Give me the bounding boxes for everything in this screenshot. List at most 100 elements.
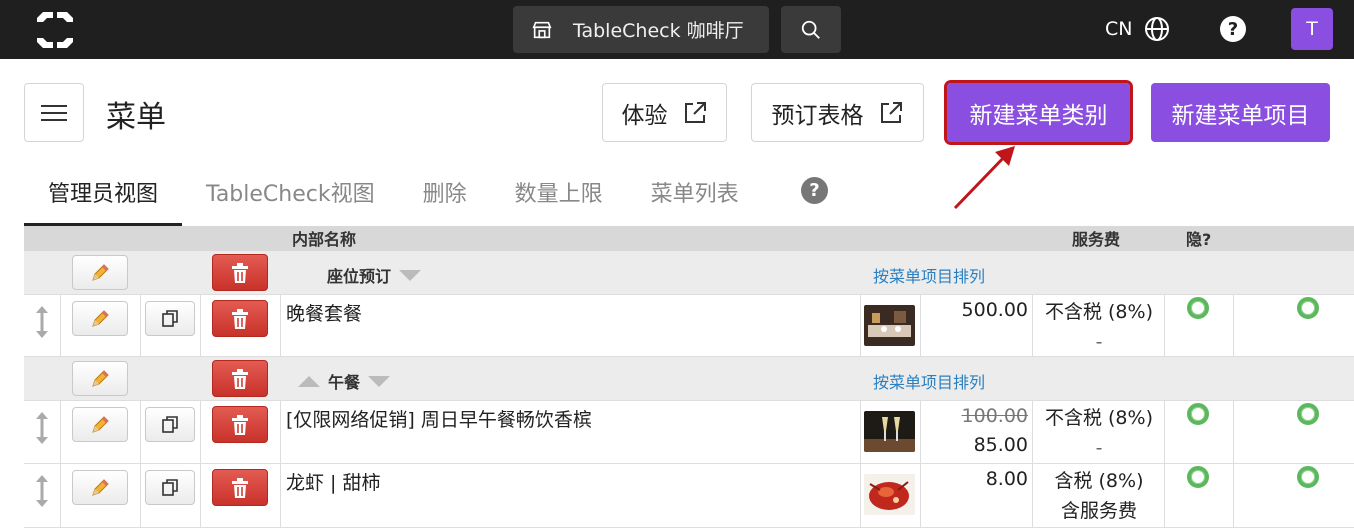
- table-row: [仅限网络促销] 周日早午餐畅饮香槟 100.00 85.00 不含税 (8%)…: [24, 401, 1354, 464]
- column-hidden: 隐?: [1186, 230, 1212, 249]
- sidebar-toggle-button[interactable]: [24, 83, 84, 142]
- move-up-icon[interactable]: [298, 375, 320, 387]
- sort-by-items-link[interactable]: 按菜单项目排列: [873, 369, 985, 393]
- drag-handle-icon[interactable]: [34, 411, 50, 445]
- delete-item-button[interactable]: [212, 406, 268, 443]
- hamburger-icon: [41, 104, 67, 121]
- drag-handle-icon[interactable]: [34, 474, 50, 508]
- tab-deleted[interactable]: 删除: [399, 166, 491, 226]
- reservation-form-label: 预订表格: [771, 102, 864, 129]
- item-tax: 不含税 (8%): [1044, 407, 1153, 429]
- copy-item-button[interactable]: [145, 407, 195, 442]
- edit-category-button[interactable]: [72, 255, 128, 290]
- edit-item-button[interactable]: [72, 407, 128, 442]
- table-header: 内部名称 服务费 隐?: [24, 226, 1354, 251]
- item-thumbnail: [864, 474, 915, 515]
- globe-icon: [1145, 17, 1170, 41]
- item-price: 500.00: [961, 299, 1028, 321]
- status-ring-icon[interactable]: [1187, 466, 1209, 488]
- column-service-fee: 服务费: [1072, 230, 1121, 249]
- copy-icon: [162, 309, 178, 327]
- new-category-label: 新建菜单类别: [969, 102, 1108, 129]
- copy-icon: [162, 415, 178, 433]
- item-name[interactable]: 晚餐套餐: [286, 299, 362, 326]
- item-thumbnail: [864, 411, 915, 452]
- help-glyph: ?: [1227, 18, 1239, 40]
- pencil-icon: [92, 369, 109, 387]
- item-service-fee: -: [1095, 331, 1103, 353]
- search-icon: [801, 20, 820, 39]
- drag-handle-icon[interactable]: [34, 305, 50, 339]
- external-link-icon: [684, 101, 706, 123]
- tab-tablecheck-view[interactable]: TableCheck视图: [182, 166, 399, 226]
- move-down-icon[interactable]: [399, 269, 422, 281]
- copy-item-button[interactable]: [145, 470, 195, 505]
- edit-item-button[interactable]: [72, 470, 128, 505]
- tab-admin-view[interactable]: 管理员视图: [24, 166, 183, 226]
- reservation-form-button[interactable]: 预订表格: [751, 83, 924, 142]
- item-tax: 含税 (8%): [1054, 470, 1144, 492]
- external-link-icon: [880, 101, 902, 123]
- page-title: 菜单: [106, 100, 166, 135]
- search-button[interactable]: [781, 6, 841, 53]
- item-name[interactable]: [仅限网络促销] 周日早午餐畅饮香槟: [286, 405, 592, 432]
- category-name: 午餐: [298, 369, 391, 393]
- help-icon[interactable]: ?: [1220, 16, 1246, 42]
- menu-table: 内部名称 服务费 隐? 座位预订 按菜单项目排列 晚餐套餐 500.00 不含税…: [24, 226, 1354, 528]
- sort-by-items-link[interactable]: 按菜单项目排列: [873, 263, 985, 287]
- item-price: 8.00: [985, 468, 1028, 490]
- item-service-fee: 含服务费: [1060, 500, 1137, 522]
- edit-category-button[interactable]: [72, 361, 128, 396]
- category-row: 午餐 按菜单项目排列: [24, 357, 1354, 401]
- venue-selector-button[interactable]: TableCheck 咖啡厅: [513, 6, 769, 53]
- table-row: 龙虾 | 甜柿 8.00 含税 (8%) 含服务费: [24, 464, 1354, 528]
- trash-icon: [232, 262, 248, 283]
- pencil-icon: [92, 415, 109, 433]
- trash-icon: [232, 414, 248, 435]
- experience-label: 体验: [621, 102, 668, 129]
- status-ring-icon[interactable]: [1187, 297, 1209, 319]
- copy-item-button[interactable]: [145, 301, 195, 336]
- edit-item-button[interactable]: [72, 301, 128, 336]
- new-menu-category-button[interactable]: 新建菜单类别: [944, 80, 1133, 145]
- status-ring-icon[interactable]: [1187, 403, 1209, 425]
- app-logo-icon[interactable]: [35, 10, 75, 50]
- language-selector[interactable]: CN: [1105, 16, 1170, 42]
- category-name-label: 午餐: [328, 373, 361, 392]
- delete-item-button[interactable]: [212, 300, 268, 337]
- help-glyph: ?: [809, 180, 820, 201]
- status-ring-icon[interactable]: [1297, 297, 1319, 319]
- copy-icon: [162, 478, 178, 496]
- move-down-icon[interactable]: [368, 375, 391, 387]
- item-tax: 不含税 (8%): [1044, 301, 1153, 323]
- experience-button[interactable]: 体验: [602, 83, 727, 142]
- pencil-icon: [92, 309, 109, 327]
- category-row: 座位预订 按菜单项目排列: [24, 251, 1354, 295]
- trash-icon: [232, 368, 248, 389]
- item-name[interactable]: 龙虾 | 甜柿: [286, 468, 380, 495]
- trash-icon: [232, 477, 248, 498]
- item-price: 85.00: [973, 434, 1028, 456]
- category-name-label: 座位预订: [327, 267, 392, 286]
- tab-menu-list[interactable]: 菜单列表: [627, 166, 763, 226]
- delete-category-button[interactable]: [212, 360, 268, 397]
- tab-quantity-limit[interactable]: 数量上限: [491, 166, 627, 226]
- trash-icon: [232, 308, 248, 329]
- top-bar: TableCheck 咖啡厅 CN ? T: [0, 0, 1354, 59]
- shop-icon: [532, 21, 552, 38]
- annotation-arrow-icon: [953, 146, 1015, 210]
- item-service-fee: -: [1095, 437, 1103, 459]
- delete-item-button[interactable]: [212, 469, 268, 506]
- pencil-icon: [92, 478, 109, 496]
- view-tabs: 管理员视图 TableCheck视图 删除 数量上限 菜单列表: [24, 166, 763, 226]
- language-label: CN: [1105, 18, 1133, 40]
- new-menu-item-button[interactable]: 新建菜单项目: [1151, 83, 1330, 142]
- avatar-initial: T: [1306, 18, 1318, 40]
- delete-category-button[interactable]: [212, 254, 268, 291]
- status-ring-icon[interactable]: [1297, 466, 1319, 488]
- avatar[interactable]: T: [1291, 8, 1333, 50]
- item-original-price: 100.00: [961, 405, 1028, 427]
- status-ring-icon[interactable]: [1297, 403, 1319, 425]
- pencil-icon: [92, 263, 109, 281]
- help-icon[interactable]: ?: [801, 177, 828, 204]
